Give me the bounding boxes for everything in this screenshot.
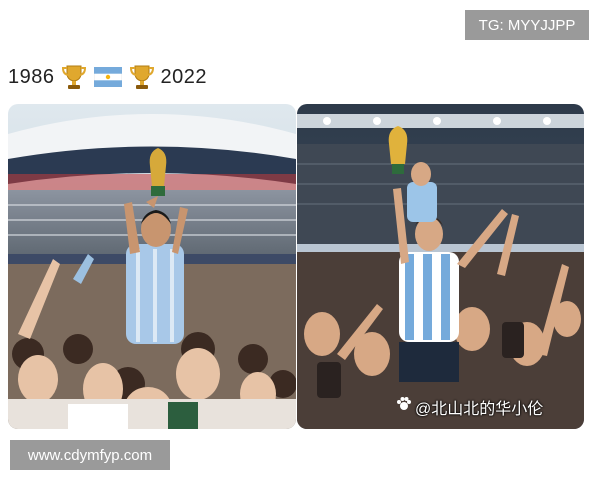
paw-icon — [396, 396, 412, 412]
year-2022-label: 2022 — [160, 65, 207, 88]
tg-watermark-badge: TG: MYYJJPP — [465, 10, 589, 40]
trophy-icon — [59, 62, 89, 92]
trophy-icon — [127, 62, 157, 92]
year-1986-label: 1986 — [8, 65, 55, 88]
photo-watermark-text: @北山北的华小伦 — [415, 401, 544, 418]
argentina-flag-icon — [93, 62, 123, 92]
photo-1986-celebration — [8, 104, 296, 429]
url-watermark-badge: www.cdymfyp.com — [10, 440, 170, 470]
photo-2022-celebration: @北山北的华小伦 — [297, 104, 584, 429]
caption-row: 1986 2022 — [8, 62, 207, 92]
